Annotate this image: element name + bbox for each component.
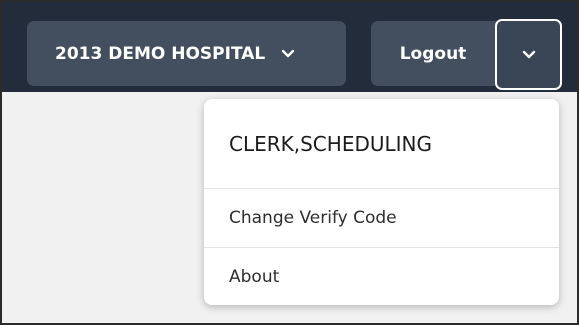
- hospital-selector-button[interactable]: 2013 DEMO HOSPITAL: [27, 21, 346, 86]
- chevron-down-icon: [522, 45, 536, 64]
- logout-label: Logout: [399, 43, 467, 64]
- menu-item-change-verify-code[interactable]: Change Verify Code: [204, 189, 559, 247]
- top-navigation-bar: 2013 DEMO HOSPITAL Logout: [2, 2, 577, 92]
- logout-button[interactable]: Logout: [371, 21, 495, 86]
- chevron-down-icon: [281, 49, 295, 59]
- user-menu-toggle[interactable]: [495, 19, 562, 90]
- user-name: CLERK,SCHEDULING: [204, 99, 559, 189]
- user-dropdown-menu: CLERK,SCHEDULING Change Verify Code Abou…: [204, 99, 559, 305]
- app-frame: 2013 DEMO HOSPITAL Logout CLERK,SCHEDULI…: [0, 0, 579, 325]
- hospital-selector-label: 2013 DEMO HOSPITAL: [55, 43, 266, 64]
- menu-item-about[interactable]: About: [204, 247, 559, 305]
